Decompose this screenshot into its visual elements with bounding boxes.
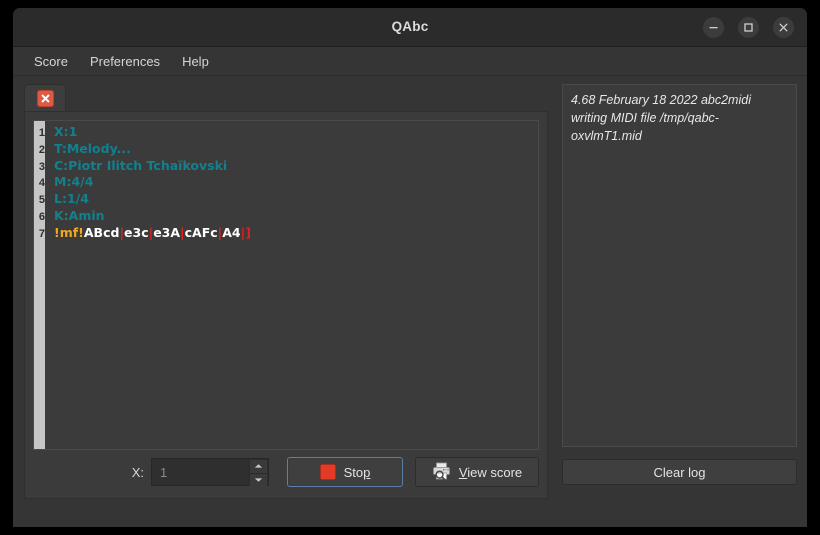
editor-line-number: 5 (34, 192, 45, 209)
code-token-header: C:Piotr Ilitch Tchaïkovski (54, 158, 227, 173)
editor-line: 6 K:Amin (34, 208, 538, 225)
playback-controls: X: 1 (33, 455, 539, 489)
code-token-header: K:Amin (54, 208, 105, 223)
close-icon (778, 22, 789, 33)
editor-line-text: !mf!ABcd|e3c|e3A|cAFc|A4|] (45, 225, 251, 242)
minimize-icon (708, 22, 719, 33)
editor-line-text: X:1 (45, 124, 77, 141)
score-tab-panel: 1X:12T:Melody...3C:Piotr Ilitch Tchaïkov… (24, 84, 548, 499)
editor-line: 3 C:Piotr Ilitch Tchaïkovski (34, 158, 538, 175)
print-preview-icon (432, 462, 451, 483)
chevron-up-icon (254, 463, 263, 469)
editor-line-number: 4 (34, 175, 45, 192)
log-output[interactable]: 4.68 February 18 2022 abc2midi writing M… (562, 84, 797, 447)
close-button[interactable] (773, 17, 794, 38)
x-spinbox-arrows (249, 460, 267, 486)
view-score-button-label: View score (459, 465, 522, 480)
editor-line-number: 6 (34, 209, 45, 226)
editor-line-text: M:4/4 (45, 174, 93, 191)
menu-bar: Score Preferences Help (13, 47, 807, 76)
code-token-header: L:1/4 (54, 191, 89, 206)
menu-item-help[interactable]: Help (171, 50, 220, 73)
editor-code-area: 1 X:1 2 T:Melody... 3 C:Piotr Ilitch Tchaïkov… (34, 124, 538, 242)
code-token-note: e3c (124, 225, 149, 240)
main-content: 1X:12T:Melody...3C:Piotr Ilitch Tchaïkov… (13, 76, 807, 527)
editor-line-text: L:1/4 (45, 191, 89, 208)
editor-line-number: 3 (34, 159, 45, 176)
log-text: 4.68 February 18 2022 abc2midi writing M… (571, 91, 788, 145)
code-token-note: ABcd (84, 225, 120, 240)
application-window: QAbc Score Preferences Help (13, 8, 807, 527)
tab-bar (24, 84, 548, 111)
menu-item-preferences[interactable]: Preferences (79, 50, 171, 73)
editor-line-text: C:Piotr Ilitch Tchaïkovski (45, 158, 227, 175)
tab-pane: 1X:12T:Melody...3C:Piotr Ilitch Tchaïkov… (24, 111, 548, 499)
log-panel: 4.68 February 18 2022 abc2midi writing M… (562, 84, 797, 499)
editor-line: 7!mf!ABcd|e3c|e3A|cAFc|A4|] (34, 225, 538, 242)
code-token-header: X:1 (54, 124, 77, 139)
editor-line-text: T:Melody... (45, 141, 131, 158)
code-token-header: M:4/4 (54, 174, 93, 189)
maximize-icon (743, 22, 754, 33)
editor-line-text: K:Amin (45, 208, 105, 225)
abc-code-editor[interactable]: 1 X:1 2 T:Melody... 3 C:Piotr Ilitch Tchaïkov… (33, 120, 539, 450)
x-spinbox[interactable]: 1 (151, 458, 269, 486)
code-token-bar: |] (241, 225, 251, 240)
minimize-button[interactable] (703, 17, 724, 38)
stop-square-icon (320, 464, 336, 480)
editor-line: 1 X:1 (34, 124, 538, 141)
code-token-note: A4 (222, 225, 240, 240)
x-spinbox-down-button[interactable] (249, 474, 267, 487)
code-token-note: cAFc (185, 225, 218, 240)
tab-score-0[interactable] (24, 84, 66, 112)
editor-line-number: 2 (34, 142, 45, 159)
maximize-button[interactable] (738, 17, 759, 38)
x-field-label: X: (132, 465, 144, 480)
stop-button[interactable]: Stop (287, 457, 403, 487)
stop-button-label: Stop (344, 465, 371, 480)
editor-line: 4 M:4/4 (34, 174, 538, 191)
editor-line-number: 1 (34, 125, 45, 142)
window-title: QAbc (13, 8, 807, 46)
title-bar: QAbc (13, 8, 807, 47)
x-spinbox-value: 1 (152, 465, 167, 480)
view-score-button[interactable]: View score (415, 457, 539, 487)
code-token-deco: !mf! (54, 225, 84, 240)
x-glyph-icon (40, 93, 51, 104)
x-spinbox-up-button[interactable] (249, 460, 267, 474)
editor-line: 2 T:Melody... (34, 141, 538, 158)
chevron-down-icon (254, 477, 263, 483)
code-token-header: T:Melody... (54, 141, 131, 156)
clear-log-button[interactable]: Clear log (562, 459, 797, 485)
editor-line-number: 7 (34, 226, 45, 243)
code-token-note: e3A (153, 225, 180, 240)
menu-item-score[interactable]: Score (23, 50, 79, 73)
close-error-icon[interactable] (37, 90, 54, 107)
editor-line: 5 L:1/4 (34, 191, 538, 208)
